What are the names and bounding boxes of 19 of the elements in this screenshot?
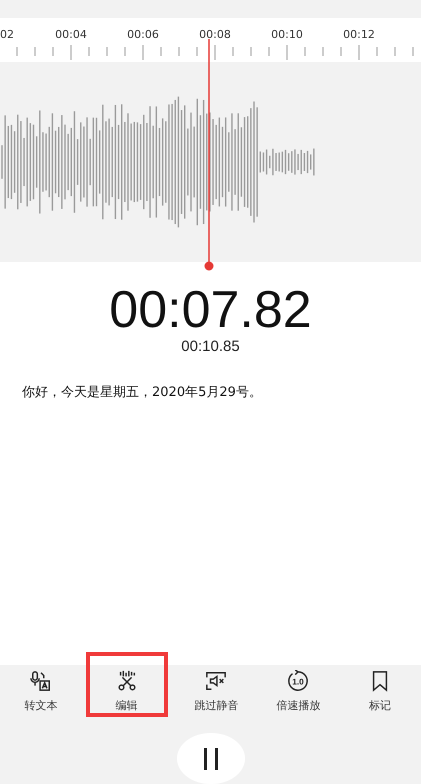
- time-label: 00:04: [55, 28, 87, 41]
- transcript-text: 你好，今天是星期五，2020年5月29号。: [22, 384, 263, 401]
- total-time: 00:10.85: [181, 338, 240, 355]
- time-label: 00:10: [271, 28, 303, 41]
- scissors-icon: [116, 670, 138, 692]
- pause-icon: [204, 748, 218, 770]
- muted-speaker-icon: [205, 670, 228, 692]
- time-label: 00:06: [127, 28, 159, 41]
- toolbar-button[interactable]: 1.0 倍速播放: [257, 665, 340, 718]
- toolbar-button[interactable]: 编辑: [86, 652, 168, 718]
- toolbar-button[interactable]: 跳过静音: [176, 665, 258, 718]
- time-label: 00:12: [343, 28, 375, 41]
- toolbar-button[interactable]: 标记: [339, 665, 421, 718]
- time-label: 00:08: [199, 28, 231, 41]
- current-time: 00:07.82: [109, 282, 312, 338]
- microphone-text-icon: [30, 670, 52, 692]
- time-label: 02: [0, 28, 14, 41]
- playhead[interactable]: [204, 39, 214, 271]
- toolbar-button[interactable]: 转文本: [0, 665, 82, 718]
